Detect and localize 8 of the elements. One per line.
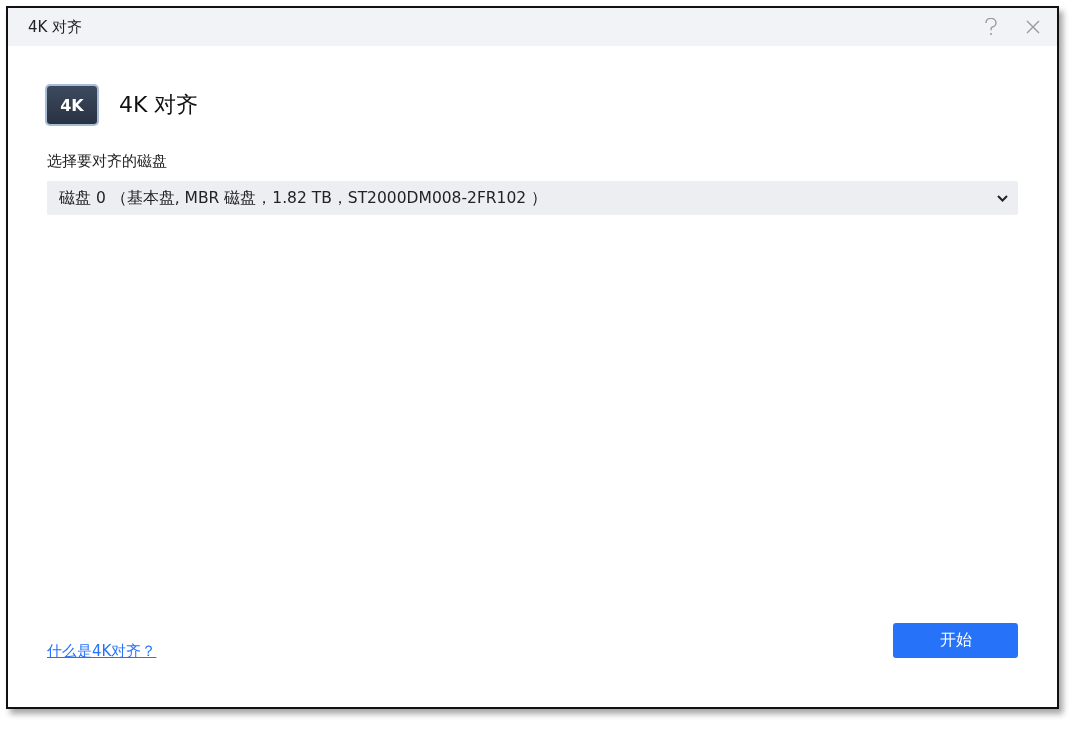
help-link[interactable]: 什么是4K对齐？ — [47, 642, 157, 661]
4k-logo-icon: 4K — [47, 86, 97, 124]
disk-dropdown[interactable]: 磁盘 0 （基本盘, MBR 磁盘，1.82 TB，ST2000DM008-2FR102 ） — [47, 181, 1018, 215]
dialog-heading: 4K 对齐 — [119, 91, 199, 119]
window-title: 4K 对齐 — [28, 17, 84, 37]
start-button[interactable]: 开始 — [893, 623, 1018, 658]
disk-select-label: 选择要对齐的磁盘 — [47, 152, 168, 171]
chevron-down-icon — [997, 194, 1008, 202]
